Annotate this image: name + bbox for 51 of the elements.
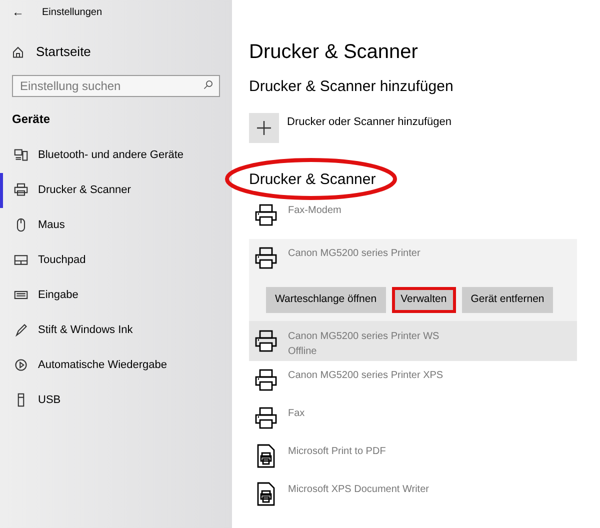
printer-name: Canon MG5200 series Printer WS	[288, 330, 440, 344]
printer-icon	[254, 368, 278, 392]
page-title: Drucker & Scanner	[249, 40, 419, 64]
search-field[interactable]: Einstellung suchen	[12, 74, 220, 96]
section-heading: Drucker & Scanner hinzufügen	[249, 77, 454, 97]
action-button[interactable]: Verwalten	[392, 286, 456, 312]
touchpad-icon	[14, 253, 28, 267]
printer-icon	[254, 246, 278, 270]
devices-icon	[14, 148, 28, 162]
keyboard-icon	[14, 288, 28, 302]
printer-name: Fax	[288, 406, 305, 420]
printer-name: Microsoft Print to PDF	[288, 444, 386, 458]
section-heading: Drucker & Scanner	[249, 170, 376, 190]
printer-icon	[254, 202, 278, 226]
back-button[interactable]: ←	[12, 6, 24, 18]
nav-item[interactable]: Drucker & Scanner	[0, 172, 232, 208]
nav-item[interactable]: Eingabe	[0, 278, 232, 312]
nav-item[interactable]: Stift & Windows Ink	[0, 312, 232, 348]
printer-item[interactable]: Canon MG5200 series Printer Warteschlange öffnen Verwalten Gerät entfernen	[249, 238, 577, 320]
action-button[interactable]: Warteschlange öffnen	[266, 286, 386, 312]
window-title: Einstellungen	[42, 6, 102, 20]
printer-status: Offline	[288, 344, 318, 358]
add-label: Drucker oder Scanner hinzufügen	[287, 115, 452, 130]
printer-icon	[14, 183, 28, 197]
autoplay-icon	[14, 358, 28, 372]
nav-item[interactable]: Automatische Wiedergabe	[0, 348, 232, 382]
action-button[interactable]: Gerät entfernen	[462, 286, 554, 312]
printer-item[interactable]: Canon MG5200 series Printer WS Offline	[249, 320, 577, 360]
printer-name: Canon MG5200 series Printer XPS	[288, 368, 444, 382]
plus-icon	[257, 120, 271, 134]
group-heading: Geräte	[11, 110, 52, 128]
printer-item[interactable]: Fax	[249, 398, 577, 436]
printer-icon	[254, 328, 278, 352]
mouse-icon	[14, 218, 28, 232]
nav-item[interactable]: Maus	[0, 208, 232, 242]
printer-item[interactable]: Microsoft Print to PDF	[249, 436, 577, 474]
home-link[interactable]: Startseite	[0, 42, 232, 62]
nav-item[interactable]: USB	[0, 382, 232, 418]
home-icon	[12, 46, 24, 58]
nav-item[interactable]: Bluetooth- und andere Geräte	[0, 138, 232, 172]
pen-icon	[14, 323, 28, 337]
add-button[interactable]	[249, 112, 279, 142]
printer-name: Fax-Modem	[288, 204, 342, 218]
search-icon	[203, 80, 213, 90]
printer-item[interactable]: Microsoft XPS Document Writer	[249, 474, 577, 512]
printer-item[interactable]: Canon MG5200 series Printer XPS	[249, 360, 577, 398]
printer-item[interactable]: Fax-Modem	[249, 196, 577, 234]
nav-item[interactable]: Touchpad	[0, 242, 232, 278]
printer-name: Canon MG5200 series Printer	[288, 246, 420, 260]
printer-name: Microsoft XPS Document Writer	[288, 482, 429, 496]
printer-icon	[254, 406, 278, 430]
